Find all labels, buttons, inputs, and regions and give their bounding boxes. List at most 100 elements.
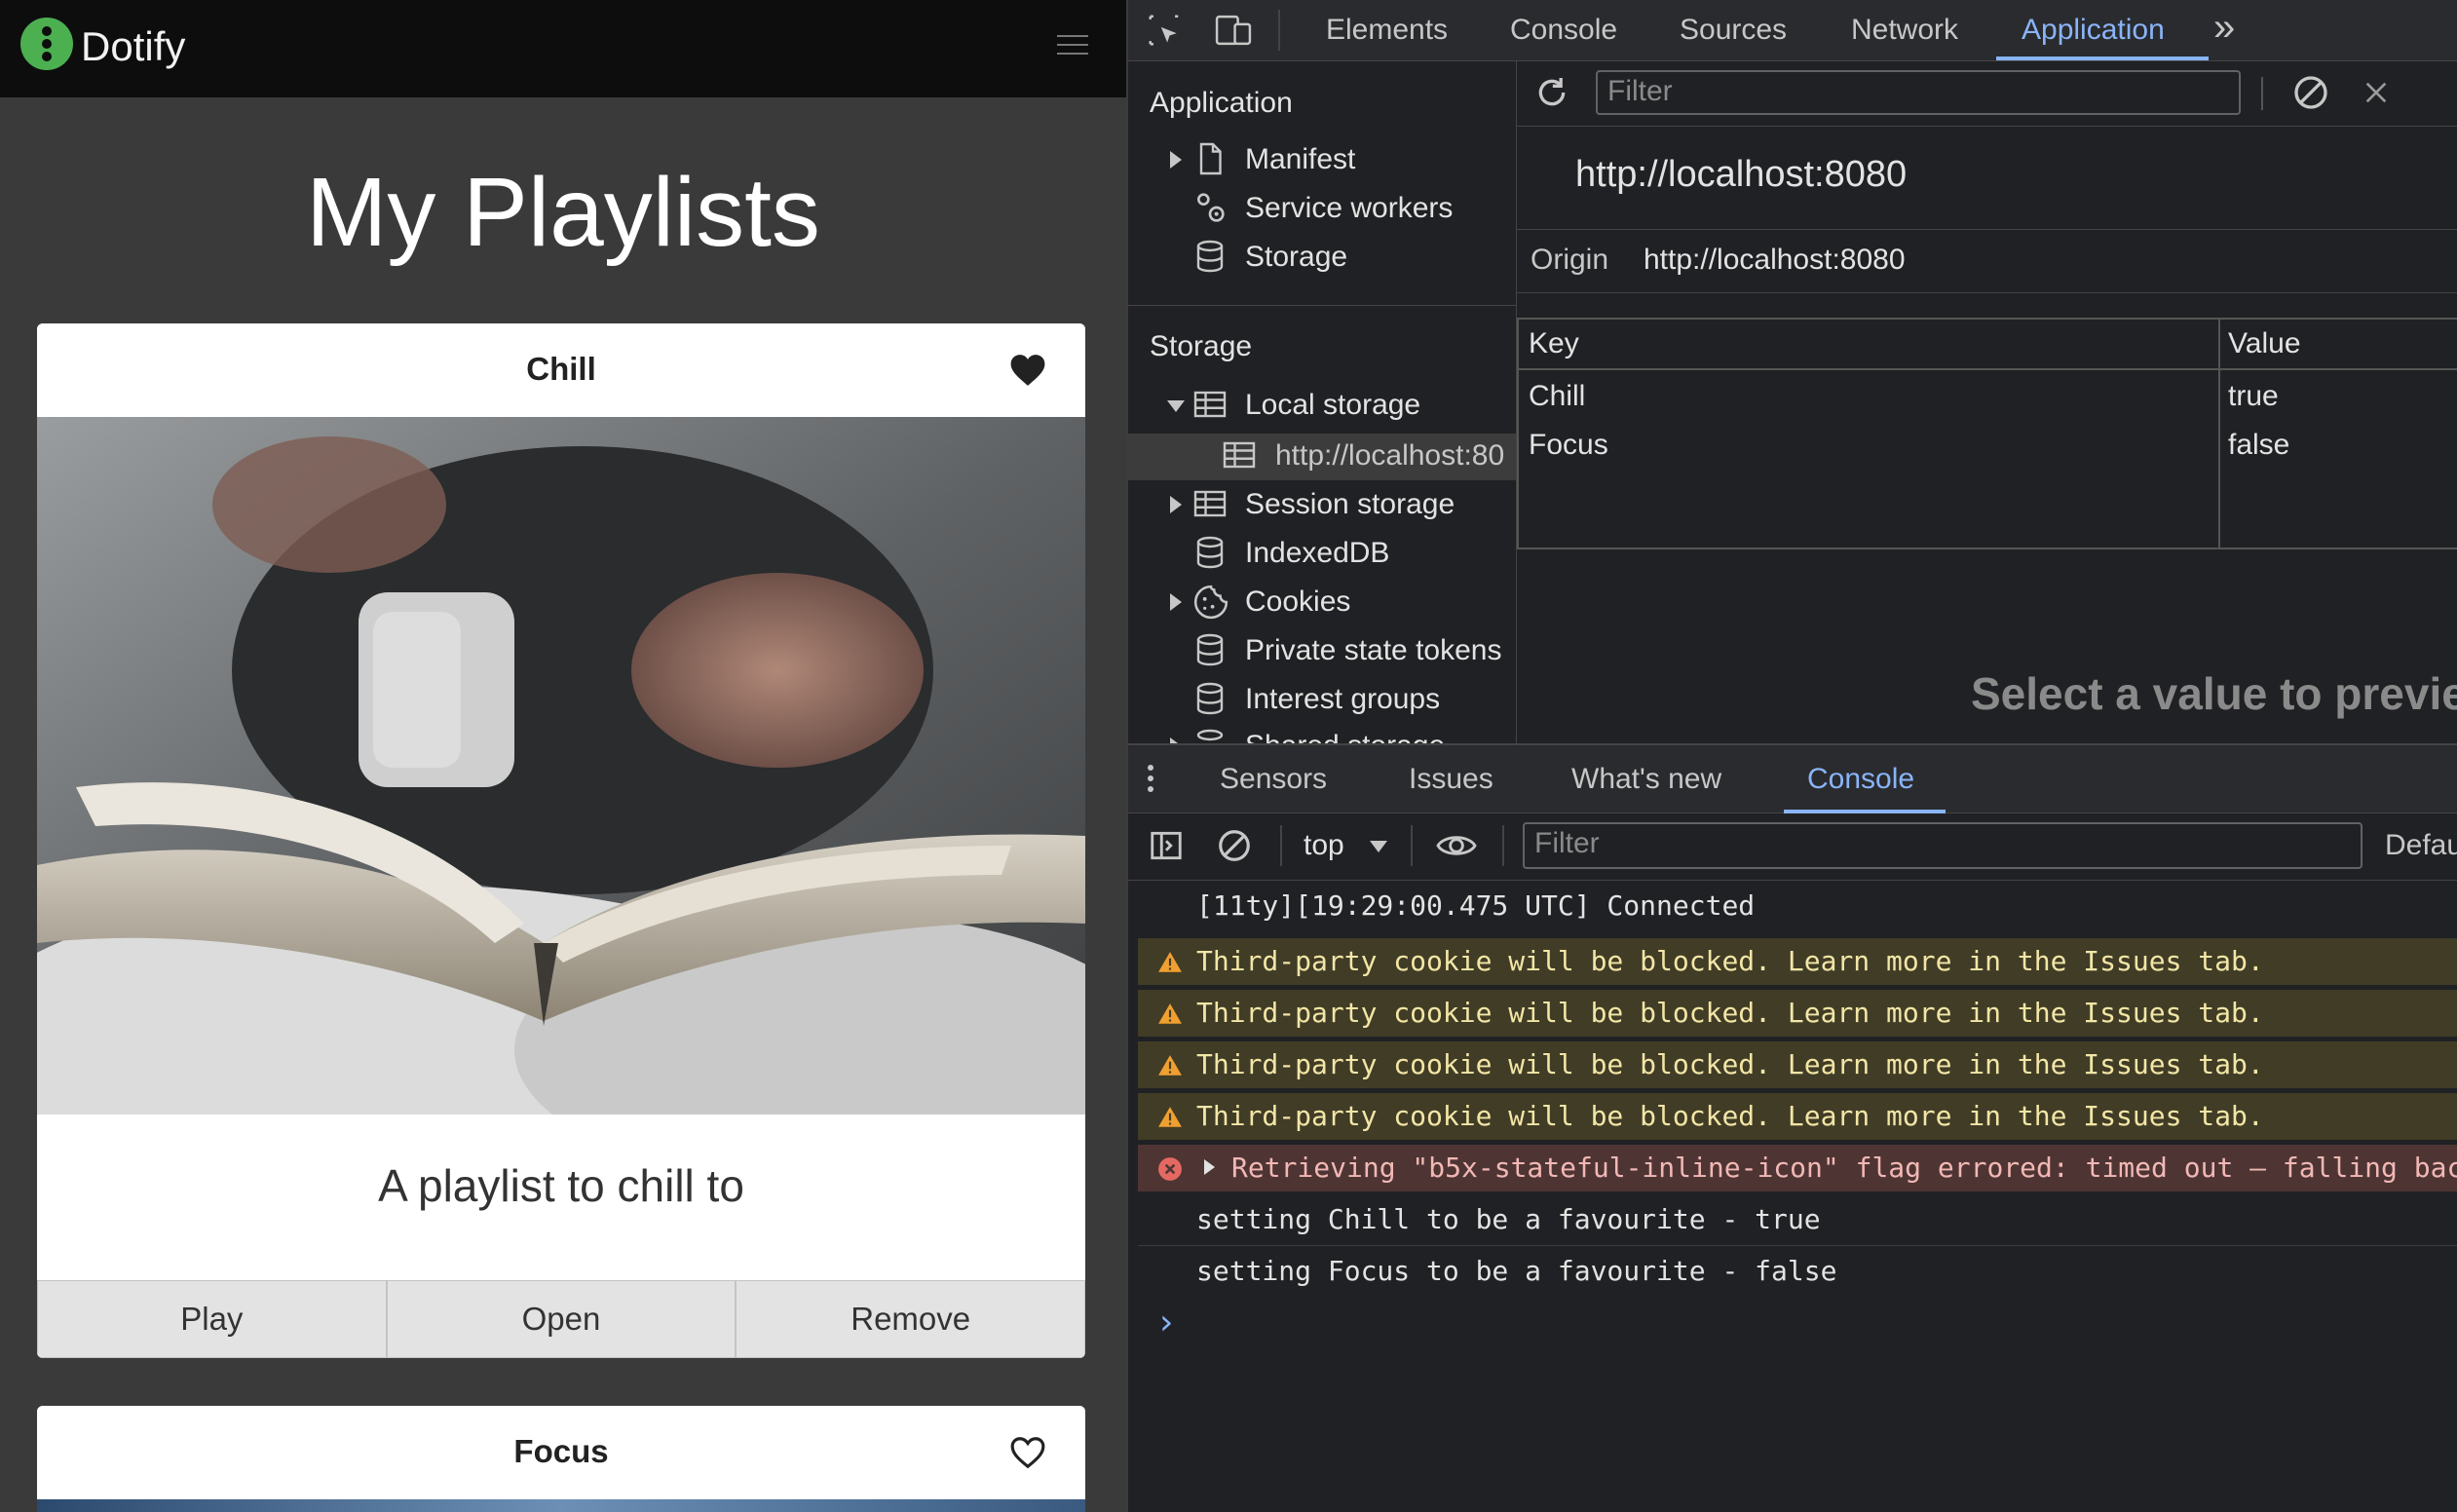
console-error[interactable]: Retrieving "b5x-stateful-inline-icon" fl…: [1138, 1145, 2457, 1191]
key-value-table: Key Value Chill true Focus false: [1517, 318, 2457, 549]
console-message-text: setting Chill to be a favourite - true: [1196, 1203, 1821, 1235]
database-icon: [1192, 681, 1228, 716]
gears-icon: [1191, 188, 1226, 223]
console-warning[interactable]: Third-party cookie will be blocked. Lear…: [1138, 1093, 2457, 1140]
console-message-text: Third-party cookie will be blocked. Lear…: [1196, 1048, 2264, 1080]
inspect-element-icon[interactable]: [1146, 12, 1183, 49]
expand-arrow-icon[interactable]: [1170, 593, 1182, 611]
local-storage-view: Filter http://localhost:8080 Origin http…: [1517, 61, 2457, 743]
device-toolbar-icon[interactable]: [1214, 12, 1253, 49]
menu-icon[interactable]: [1057, 33, 1088, 57]
console-filter-input[interactable]: Filter: [1523, 822, 2362, 869]
tab-issues[interactable]: Issues: [1409, 763, 1493, 796]
remove-button[interactable]: Remove: [736, 1280, 1085, 1358]
console-message-text: Retrieving "b5x-stateful-inline-icon" fl…: [1231, 1152, 2457, 1184]
sidebar-item-cookies[interactable]: Cookies: [1245, 586, 1350, 619]
sidebar-item-service-workers[interactable]: Service workers: [1245, 192, 1453, 225]
column-header-key[interactable]: Key: [1529, 320, 1579, 368]
brand-name[interactable]: Dotify: [81, 23, 185, 70]
devtools-panel: Elements Console Sources Network Applica…: [1126, 0, 2457, 1512]
tab-sources[interactable]: Sources: [1680, 14, 1787, 47]
console-message-text: setting Focus to be a favourite - false: [1196, 1255, 1837, 1287]
sidebar-toggle-icon[interactable]: [1148, 827, 1185, 864]
sidebar-item-storage[interactable]: Storage: [1245, 241, 1347, 274]
navbar: Dotify: [0, 0, 1126, 97]
playlist-card: Focus: [37, 1406, 1085, 1512]
collapse-arrow-icon[interactable]: [1167, 400, 1185, 412]
sidebar-item-local-storage[interactable]: Local storage: [1245, 389, 1420, 422]
tab-drawer-console[interactable]: Console: [1807, 763, 1914, 796]
sidebar-item-manifest[interactable]: Manifest: [1245, 143, 1355, 176]
sidebar-item-session-storage[interactable]: Session storage: [1245, 488, 1455, 521]
card-header: Focus: [37, 1406, 1085, 1500]
tab-console[interactable]: Console: [1510, 14, 1617, 47]
sidebar-item-private-state-tokens[interactable]: Private state tokens: [1245, 634, 1501, 667]
error-icon: [1157, 1156, 1183, 1182]
play-button[interactable]: Play: [37, 1280, 387, 1358]
log-levels-dropdown[interactable]: Default levels: [2385, 829, 2457, 862]
tab-elements[interactable]: Elements: [1326, 14, 1448, 47]
active-tab-indicator: [1996, 57, 2209, 60]
refresh-icon[interactable]: [1532, 73, 1571, 112]
tab-whats-new[interactable]: What's new: [1571, 763, 1721, 796]
console-message[interactable]: setting Chill to be a favourite - true: [1138, 1196, 2457, 1243]
sidebar-item-local-storage-origin[interactable]: http://localhost:80: [1275, 439, 1504, 472]
document-icon: [1192, 141, 1228, 176]
page-title: My Playlists: [306, 158, 820, 267]
card-header: Chill: [37, 323, 1085, 418]
origin-label: Origin: [1531, 244, 1609, 276]
expand-arrow-icon[interactable]: [1204, 1159, 1215, 1175]
table-icon: [1192, 486, 1228, 521]
console-message[interactable]: setting Focus to be a favourite - false: [1138, 1248, 2457, 1295]
table-cell-value[interactable]: false: [2228, 429, 2289, 462]
table-cell-key[interactable]: Chill: [1529, 380, 1585, 413]
origin-row: Origin http://localhost:8080: [1517, 229, 2457, 293]
live-expression-eye-icon[interactable]: [1434, 827, 1479, 864]
drawer-menu-icon[interactable]: [1146, 759, 1155, 798]
clear-all-icon[interactable]: [2291, 73, 2330, 112]
table-icon: [1192, 387, 1228, 422]
table-cell-value[interactable]: true: [2228, 380, 2279, 413]
section-heading-storage: Storage: [1150, 330, 1253, 362]
open-button[interactable]: Open: [386, 1280, 737, 1358]
tab-application[interactable]: Application: [2022, 14, 2165, 47]
sidebar-item-indexeddb[interactable]: IndexedDB: [1245, 537, 1389, 570]
toolbar-divider: [1280, 825, 1282, 866]
sidebar-item-interest-groups[interactable]: Interest groups: [1245, 683, 1440, 716]
expand-arrow-icon[interactable]: [1170, 496, 1182, 513]
clear-console-icon[interactable]: [1216, 827, 1253, 864]
preview-placeholder: Select a value to preview: [1971, 668, 2457, 719]
sidebar-item-shared-storage[interactable]: Shared storage: [1245, 730, 1445, 743]
toolbar-divider: [2261, 77, 2263, 110]
column-header-value[interactable]: Value: [2228, 320, 2301, 368]
console-warning[interactable]: Third-party cookie will be blocked. Lear…: [1138, 990, 2457, 1037]
warning-icon: [1157, 1105, 1183, 1130]
tab-sensors[interactable]: Sensors: [1220, 763, 1327, 796]
brand-logo-icon[interactable]: [19, 17, 74, 71]
console-warning[interactable]: Third-party cookie will be blocked. Lear…: [1138, 938, 2457, 985]
drawer-tabbar: Sensors Issues What's new Console: [1128, 743, 2457, 813]
console-message[interactable]: [11ty][19:29:00.475 UTC] Connected: [1138, 883, 2457, 929]
expand-arrow-icon[interactable]: [1170, 151, 1182, 169]
delete-selected-icon[interactable]: [2361, 77, 2392, 108]
heart-filled-icon[interactable]: [1009, 353, 1046, 388]
database-icon: [1192, 535, 1228, 570]
context-selector[interactable]: top: [1304, 829, 1344, 862]
console-warning[interactable]: Third-party cookie will be blocked. Lear…: [1138, 1041, 2457, 1088]
dropdown-arrow-icon[interactable]: [1370, 841, 1387, 852]
console-message-text: Third-party cookie will be blocked. Lear…: [1196, 997, 2264, 1029]
origin-value: http://localhost:8080: [1644, 244, 1906, 276]
column-divider: [2218, 320, 2220, 548]
devtools-tabbar: Elements Console Sources Network Applica…: [1128, 0, 2457, 61]
table-cell-key[interactable]: Focus: [1529, 429, 1608, 462]
console-prompt-chevron-icon[interactable]: ›: [1155, 1300, 1177, 1346]
tab-network[interactable]: Network: [1851, 14, 1958, 47]
storage-filter-input[interactable]: Filter: [1596, 70, 2241, 115]
playlist-card: Chill A playlist to chill to Play Open R…: [37, 323, 1085, 1358]
cookie-icon: [1192, 584, 1228, 620]
toolbar-divider: [1278, 10, 1280, 51]
more-tabs-icon[interactable]: »: [2213, 6, 2235, 50]
toolbar-divider: [1502, 825, 1504, 866]
playlist-title: Focus: [513, 1433, 609, 1469]
heart-outline-icon[interactable]: [1009, 1435, 1046, 1470]
